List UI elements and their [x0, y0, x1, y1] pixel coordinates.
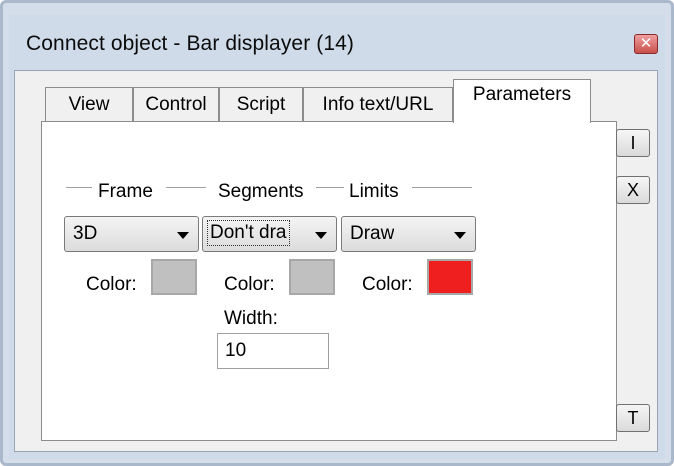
segments-mode-select[interactable]: Don't dra — [202, 216, 337, 252]
close-icon: ✕ — [639, 34, 653, 52]
limits-color-swatch[interactable] — [426, 258, 474, 296]
title-bar[interactable]: Connect object - Bar displayer (14) ✕ — [8, 28, 658, 62]
text-button[interactable]: T — [616, 404, 650, 432]
chevron-down-icon — [454, 232, 466, 239]
frame-separator-left — [66, 187, 92, 188]
dialog-client-area: View Control Script Info text/URL Parame… — [14, 70, 658, 452]
frame-mode-select[interactable]: 3D — [64, 216, 199, 252]
limits-mode-value: Draw — [350, 223, 395, 244]
frame-separator-right — [166, 187, 206, 188]
tab-control-label: Control — [145, 94, 207, 115]
insert-button-label: I — [630, 133, 636, 153]
segments-width-input[interactable]: 10 — [217, 333, 329, 369]
frame-color-swatch[interactable] — [150, 258, 198, 296]
tab-info-text-url[interactable]: Info text/URL — [303, 87, 453, 121]
tab-control[interactable]: Control — [133, 87, 219, 121]
segments-color-swatch[interactable] — [288, 258, 336, 296]
window-title: Connect object - Bar displayer (14) — [26, 32, 354, 55]
frame-color-label: Color: — [86, 274, 137, 295]
limits-separator-right — [412, 187, 472, 188]
frame-mode-value: 3D — [73, 223, 98, 244]
tab-info-text-url-label: Info text/URL — [322, 94, 434, 115]
tab-script-label: Script — [236, 94, 286, 115]
segments-width-value: 10 — [225, 340, 247, 361]
limits-group-label: Limits — [349, 181, 399, 202]
frame-group-label: Frame — [98, 181, 153, 202]
segments-separator-right — [316, 187, 344, 188]
tab-script[interactable]: Script — [219, 87, 303, 121]
tab-view-label: View — [68, 94, 110, 115]
chevron-down-icon — [315, 232, 327, 239]
close-button[interactable]: ✕ — [634, 34, 658, 54]
limits-mode-select[interactable]: Draw — [341, 216, 476, 252]
segments-color-label: Color: — [224, 274, 275, 295]
tab-view[interactable]: View — [45, 87, 133, 121]
delete-button-label: X — [626, 180, 639, 200]
tab-parameters[interactable]: Parameters — [453, 79, 591, 123]
delete-button[interactable]: X — [616, 176, 650, 204]
text-button-label: T — [627, 408, 639, 428]
insert-button[interactable]: I — [616, 129, 650, 157]
limits-color-label: Color: — [362, 274, 413, 295]
segments-group-label: Segments — [218, 181, 304, 202]
segments-width-label: Width: — [224, 308, 278, 329]
chevron-down-icon — [177, 232, 189, 239]
tab-parameters-label: Parameters — [472, 84, 572, 105]
segments-mode-value: Don't dra — [207, 220, 290, 246]
